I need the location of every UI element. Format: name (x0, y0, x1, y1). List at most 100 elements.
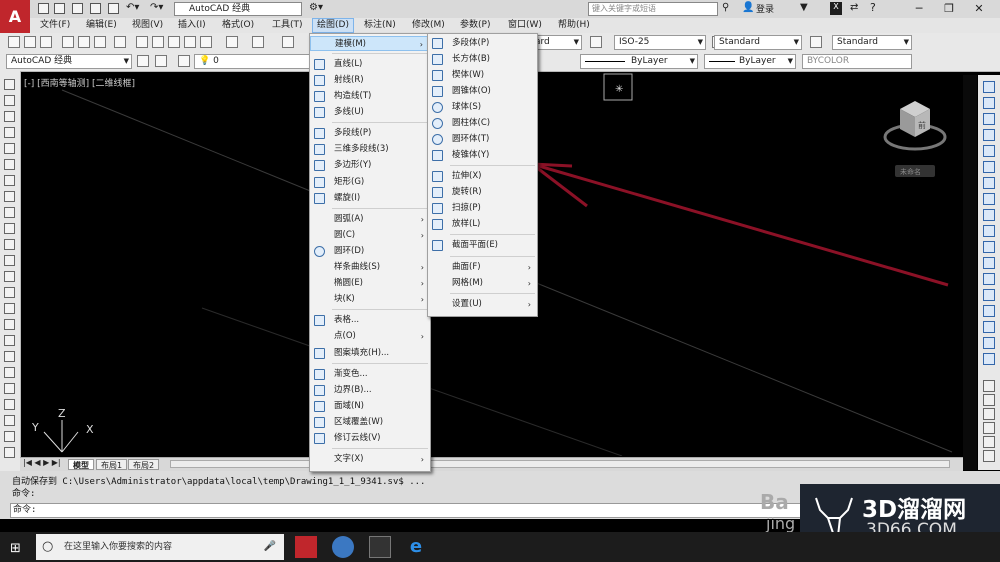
draw-tool-icon[interactable] (4, 303, 15, 314)
help-icon[interactable]: ? (870, 1, 876, 14)
microphone-icon[interactable]: 🎤 (264, 534, 276, 560)
application-menu-button[interactable]: A (0, 0, 30, 33)
undo-icon[interactable]: ↶▾ (126, 2, 139, 13)
restore-icon[interactable]: ❐ (935, 0, 963, 17)
pan-icon[interactable] (282, 36, 294, 48)
horizontal-scrollbar[interactable] (170, 460, 950, 468)
save-icon[interactable] (72, 3, 83, 14)
draw-tool-icon[interactable] (4, 175, 15, 186)
menu-item-modeling_menu-9[interactable]: 旋转(R) (428, 185, 537, 200)
menu-item-draw_menu-17[interactable]: 点(O) › (310, 329, 430, 344)
modify-tool-icon[interactable] (983, 273, 995, 285)
connect-icon[interactable]: ⇄ (850, 2, 858, 13)
tab-nav-arrows[interactable]: |◀ ◀ ▶ ▶| (23, 458, 61, 467)
menu-item-draw_menu-12[interactable]: 圆环(D) (310, 244, 430, 259)
menu-item-draw_menu-1[interactable]: 直线(L) (310, 57, 430, 72)
menu-item-draw_menu-20[interactable]: 边界(B)... (310, 383, 430, 398)
modify-tool-icon[interactable] (983, 305, 995, 317)
draw-tool-icon[interactable] (4, 127, 15, 138)
search-input[interactable]: 键入关键字或短语 (588, 2, 718, 16)
menu-item-modeling_menu-11[interactable]: 放样(L) (428, 217, 537, 232)
tab-layout2[interactable]: 布局2 (128, 459, 160, 470)
minimize-icon[interactable]: ─ (905, 0, 933, 17)
blockeditor-icon[interactable] (200, 36, 212, 48)
menu-item-modeling_menu-7[interactable]: 棱锥体(Y) (428, 148, 537, 163)
draw-tool-icon[interactable] (4, 111, 15, 122)
menu-item-draw_menu-19[interactable]: 渐变色... (310, 367, 430, 382)
menu-item-draw_menu-4[interactable]: 多线(U) (310, 105, 430, 120)
open-icon[interactable] (24, 36, 36, 48)
menu-item-modeling_menu-3[interactable]: 圆锥体(O) (428, 84, 537, 99)
layer-select[interactable]: 💡 0 (194, 54, 310, 69)
saveas-icon[interactable] (90, 3, 101, 14)
menu-item-draw_menu-11[interactable]: 圆(C) › (310, 228, 430, 243)
modify-tool-icon[interactable] (983, 161, 995, 173)
workspace-select[interactable]: AutoCAD 经典 (174, 2, 302, 16)
menu-item-draw_menu-5[interactable]: 多段线(P) (310, 126, 430, 141)
modify-tool-icon[interactable] (983, 97, 995, 109)
share-icon[interactable]: ⚙▾ (309, 2, 323, 13)
menu-item-draw_menu-14[interactable]: 椭圆(E) › (310, 276, 430, 291)
binoculars-icon[interactable]: ⚲ (722, 2, 729, 13)
menu-item-draw_menu-2[interactable]: 射线(R) (310, 73, 430, 88)
menu-item-modeling_menu-15[interactable]: 设置(U) › (428, 297, 537, 312)
menu-item-modeling_menu-2[interactable]: 楔体(W) (428, 68, 537, 83)
draw-tool-icon[interactable] (4, 143, 15, 154)
modify-tool-icon[interactable] (983, 353, 995, 365)
draw-tool-icon[interactable] (4, 367, 15, 378)
windows-start-icon[interactable]: ⊞ (10, 541, 21, 556)
open-icon[interactable] (54, 3, 65, 14)
redo-icon[interactable] (252, 36, 264, 48)
menu-help[interactable]: 帮助(H) (554, 19, 594, 32)
draw-tool-icon[interactable] (4, 207, 15, 218)
modify-tool-icon[interactable] (983, 225, 995, 237)
tab-layout1[interactable]: 布局1 (96, 459, 128, 470)
modify-tool-icon[interactable] (983, 129, 995, 141)
draw-tool-icon[interactable] (4, 447, 15, 458)
modify-tool-icon[interactable] (983, 177, 995, 189)
draworder-tool-icon[interactable] (983, 450, 995, 462)
store-icon[interactable]: ▼ (800, 2, 808, 13)
menu-dimension[interactable]: 标注(N) (360, 19, 400, 32)
workspace-select-2[interactable]: AutoCAD 经典 ▼ (6, 54, 132, 69)
draw-tool-icon[interactable] (4, 271, 15, 282)
menu-item-draw_menu-8[interactable]: 矩形(G) (310, 175, 430, 190)
menu-item-modeling_menu-13[interactable]: 曲面(F) › (428, 260, 537, 275)
menu-item-draw_menu-3[interactable]: 构造线(T) (310, 89, 430, 104)
workspace-settings-icon[interactable] (155, 55, 167, 67)
menu-modify[interactable]: 修改(M) (408, 19, 449, 32)
close-icon[interactable]: ✕ (965, 0, 993, 17)
menu-item-modeling_menu-6[interactable]: 圆环体(T) (428, 132, 537, 147)
modify-tool-icon[interactable] (983, 145, 995, 157)
menu-item-draw_menu-16[interactable]: 表格... (310, 313, 430, 328)
menu-item-modeling_menu-1[interactable]: 长方体(B) (428, 52, 537, 67)
menu-item-draw_menu-0[interactable]: 建模(M) › (310, 36, 430, 51)
copy-icon[interactable] (152, 36, 164, 48)
mleader-style-select[interactable]: Standard ▼ (832, 35, 912, 50)
modify-tool-icon[interactable] (983, 257, 995, 269)
draw-tool-icon[interactable] (4, 95, 15, 106)
menu-item-modeling_menu-5[interactable]: 圆柱体(C) (428, 116, 537, 131)
table-style-select[interactable]: Standard ▼ (714, 35, 802, 50)
menu-draw[interactable]: 绘图(D) (312, 18, 354, 33)
modify-tool-icon[interactable] (983, 193, 995, 205)
save-icon[interactable] (40, 36, 52, 48)
3dprint-icon[interactable] (114, 36, 126, 48)
dimstyle-icon[interactable] (590, 36, 602, 48)
draw-tool-icon[interactable] (4, 255, 15, 266)
video-editor-taskbar-icon[interactable] (369, 536, 391, 558)
command-input[interactable]: 命令: (10, 503, 804, 518)
print-icon[interactable] (62, 36, 74, 48)
draw-tool-icon[interactable] (4, 319, 15, 330)
lineweight-select[interactable]: ByLayer ▼ (704, 54, 796, 69)
draw-tool-icon[interactable] (4, 159, 15, 170)
undo-icon[interactable] (226, 36, 238, 48)
modify-tool-icon[interactable] (983, 321, 995, 333)
draw-tool-icon[interactable] (4, 383, 15, 394)
menu-item-draw_menu-9[interactable]: 螺旋(I) (310, 191, 430, 206)
menu-insert[interactable]: 插入(I) (174, 19, 210, 32)
draw-tool-icon[interactable] (4, 351, 15, 362)
taskbar-search-input[interactable]: ○ 在这里输入你要搜索的内容 🎤 (36, 534, 284, 560)
edge-taskbar-icon[interactable]: e (405, 536, 427, 558)
draw-tool-icon[interactable] (4, 287, 15, 298)
